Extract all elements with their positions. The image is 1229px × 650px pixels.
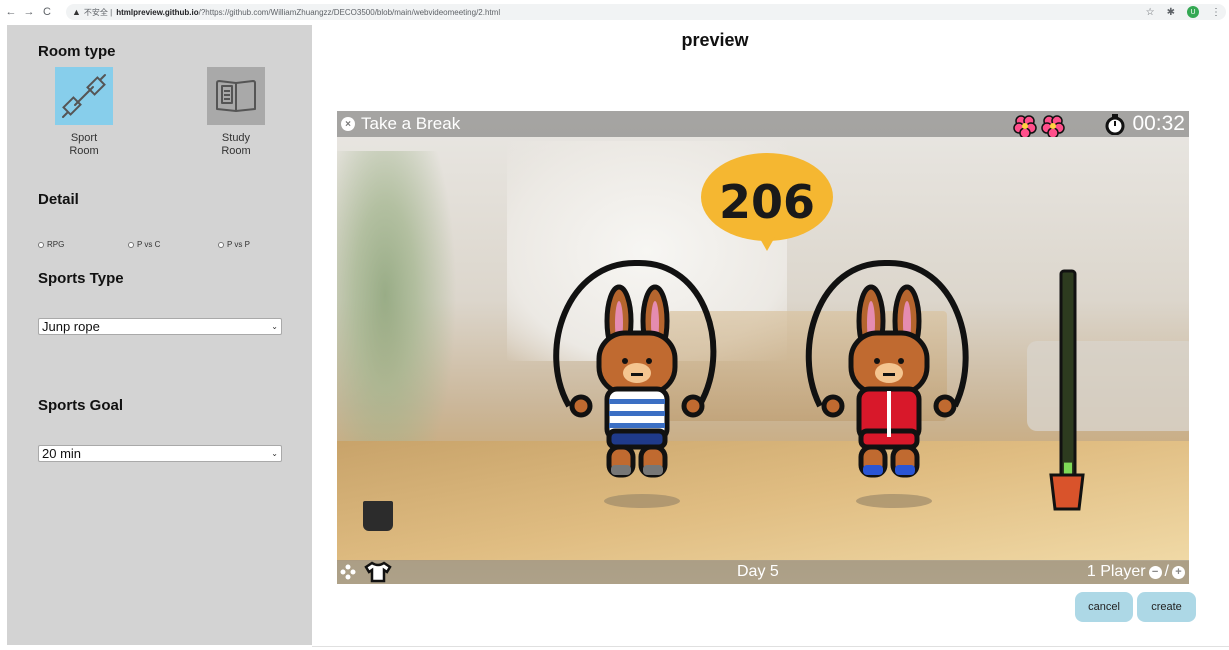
meter-pot (1049, 473, 1085, 511)
radio-label: RPG (47, 240, 65, 249)
room-type-title: Room type (38, 43, 116, 60)
create-button[interactable]: create (1137, 592, 1196, 622)
url-host: htmlpreview.github.io (116, 7, 199, 17)
url-path: /?https://github.com/WilliamZhuangzz/DEC… (198, 7, 501, 17)
radio-label: P vs P (227, 240, 250, 249)
effort-meter (1049, 269, 1085, 511)
sports-goal-select[interactable]: 20 min ⌄ (38, 445, 282, 462)
close-icon[interactable]: × (341, 117, 355, 131)
sports-goal-title: Sports Goal (38, 397, 124, 414)
sports-type-title: Sports Type (38, 270, 124, 287)
browser-toolbar: ← → C ▲ 不安全 | htmlpreview.github.io /?ht… (0, 0, 1229, 24)
settings-sidebar: Room type Sport Room Study Room Detail R… (7, 25, 312, 645)
dumbbell-icon (62, 74, 106, 118)
game-preview-screenshot: 206 × Take a Break 00:32 Day 5 1 Player … (337, 111, 1189, 584)
browser-actions: ☆ ✱ U ⋮ (1146, 4, 1221, 20)
sport-room-label-line1: Sport (70, 132, 98, 144)
timer-value: 00:32 (1132, 112, 1185, 135)
sports-type-select[interactable]: Junp rope ⌄ (38, 318, 282, 335)
meter-track (1059, 269, 1077, 483)
dpad-icon (340, 564, 356, 580)
sport-room-option[interactable] (55, 67, 113, 125)
game-bottom-bar: Day 5 1 Player − / + (337, 560, 1189, 584)
slash-separator: / (1164, 563, 1169, 580)
preview-title: preview (681, 30, 749, 50)
sport-room-label-line2: Room (69, 145, 99, 157)
shirt-icon[interactable] (363, 561, 393, 583)
detail-title: Detail (38, 191, 79, 208)
jump-counter: 206 (718, 175, 816, 229)
radio-p-vs-c[interactable]: P vs C (128, 240, 160, 249)
day-label: Day 5 (737, 563, 779, 580)
menu-icon[interactable]: ⋮ (1211, 7, 1221, 18)
game-timer: 00:32 (1104, 111, 1185, 137)
radio-circle[interactable] (38, 241, 44, 248)
radio-p-vs-p[interactable]: P vs P (218, 240, 250, 249)
chevron-down-icon: ⌄ (271, 449, 278, 458)
flower-stars-icon (1013, 115, 1065, 137)
take-a-break-label[interactable]: Take a Break (361, 114, 460, 134)
player-count-label: 1 Player (1086, 563, 1146, 580)
radio-circle[interactable] (128, 241, 134, 248)
radio-circle[interactable] (218, 241, 224, 248)
study-room-option[interactable] (207, 67, 265, 125)
back-icon[interactable]: ← (4, 5, 18, 19)
sports-goal-value: 20 min (42, 446, 82, 461)
sport-room-label: Sport Room (44, 132, 124, 158)
radio-label: P vs C (137, 240, 161, 249)
study-room-label-line2: Room (221, 145, 251, 157)
plus-icon[interactable]: + (1172, 565, 1185, 579)
address-bar[interactable]: ▲ 不安全 | htmlpreview.github.io /?https://… (66, 4, 1226, 20)
cancel-button[interactable]: cancel (1075, 592, 1133, 622)
profile-avatar[interactable]: U (1187, 6, 1199, 18)
reload-icon[interactable]: C (40, 5, 54, 19)
extensions-icon[interactable]: ✱ (1167, 7, 1175, 18)
page-divider (312, 646, 1229, 647)
book-icon (216, 80, 256, 112)
minus-icon[interactable]: − (1148, 565, 1162, 579)
player-count: 1 Player − / + (1087, 563, 1185, 581)
radio-rpg[interactable]: RPG (38, 240, 64, 249)
stopwatch-icon (1105, 114, 1125, 135)
warning-icon: ▲ (72, 7, 81, 17)
insecure-label: 不安全 | (83, 7, 113, 17)
chevron-down-icon: ⌄ (271, 322, 278, 331)
study-room-label-line1: Study (221, 132, 251, 144)
study-room-label: Study Room (196, 132, 276, 158)
bookmark-star-icon[interactable]: ☆ (1146, 7, 1155, 18)
forward-icon[interactable]: → (22, 5, 36, 19)
sports-type-value: Junp rope (42, 319, 100, 334)
